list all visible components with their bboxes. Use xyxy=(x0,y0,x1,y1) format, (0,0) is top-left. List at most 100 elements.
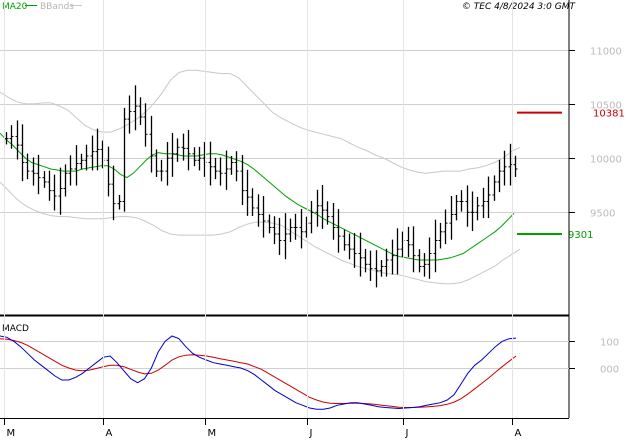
ohlc-bar xyxy=(79,153,84,170)
ohlc-bar xyxy=(315,189,320,227)
ohlc-bar xyxy=(186,129,191,171)
price-y-tick-label: 9500 xyxy=(590,209,615,220)
ohlc-bar xyxy=(74,145,79,186)
ohlc-bar xyxy=(250,188,255,216)
ohlc-bar xyxy=(486,176,491,219)
bbands-upper-line xyxy=(0,69,521,174)
ohlc-bar xyxy=(31,157,36,186)
ohlc-bar xyxy=(449,196,454,240)
ohlc-bar xyxy=(475,196,480,221)
chart-canvas: 10381 9301 9500100001050011000 MA20 BBan… xyxy=(0,0,625,439)
ohlc-bar xyxy=(58,167,63,215)
ohlc-bar xyxy=(4,132,9,145)
ohlc-bar xyxy=(25,153,30,180)
x-axis-tick-label: M xyxy=(7,428,16,439)
price-y-tick-label: 10000 xyxy=(590,155,622,166)
bbands-lower-line xyxy=(0,181,521,285)
legend-bbands: BBands xyxy=(40,2,74,12)
macd-y-tick-label: 000 xyxy=(600,365,619,376)
ohlc-bar xyxy=(122,107,127,212)
ohlc-bar xyxy=(395,228,400,275)
ohlc-bar xyxy=(138,97,143,125)
ohlc-bar xyxy=(481,187,486,219)
ohlc-bar xyxy=(261,196,266,238)
ohlc-bar xyxy=(283,213,288,260)
ohlc-bar xyxy=(213,157,218,180)
ohlc-bar xyxy=(454,194,459,221)
ohlc-bar xyxy=(42,171,47,188)
ohlc-bar xyxy=(277,217,282,255)
ohlc-bar xyxy=(508,143,513,186)
ohlc-bar xyxy=(427,237,432,279)
ohlc-bar xyxy=(379,259,384,277)
ohlc-bar xyxy=(181,133,186,161)
macd-gridlines xyxy=(0,341,569,369)
ohlc-bar xyxy=(272,216,277,245)
ohlc-bar xyxy=(170,132,175,177)
macd-line xyxy=(0,335,517,410)
ohlc-bar xyxy=(127,95,132,134)
ohlc-bar xyxy=(84,144,89,171)
ohlc-bars xyxy=(4,85,518,288)
macd-title: MACD xyxy=(2,324,29,334)
price-y-tick-label: 11000 xyxy=(590,47,622,58)
ohlc-bar xyxy=(218,157,223,186)
ohlc-bar xyxy=(20,124,25,182)
ohlc-bar xyxy=(309,201,314,234)
ohlc-bar xyxy=(417,249,422,273)
ohlc-bar xyxy=(159,159,164,182)
ohlc-bar xyxy=(368,250,373,281)
ohlc-bar xyxy=(68,155,73,186)
ohlc-bar xyxy=(352,233,357,268)
support-label: 9301 xyxy=(568,230,593,241)
ohlc-bar xyxy=(133,85,138,131)
ohlc-bar xyxy=(358,232,363,277)
ohlc-bar xyxy=(192,147,197,167)
ohlc-bar xyxy=(293,213,298,240)
ohlc-bar xyxy=(320,184,325,229)
x-axis-tick-label: A xyxy=(106,428,113,439)
macd-y-axis: 000 100 xyxy=(569,338,619,376)
ohlc-bar xyxy=(438,222,443,249)
ohlc-bar xyxy=(390,239,395,275)
ohlc-bar xyxy=(90,135,95,171)
x-axis-tick-label: A xyxy=(515,428,522,439)
ohlc-bar xyxy=(267,214,272,234)
ohlc-bar xyxy=(63,164,68,197)
ohlc-bar xyxy=(336,209,341,253)
ohlc-bar xyxy=(149,115,154,173)
ohlc-bar xyxy=(36,154,41,195)
ohlc-bar xyxy=(117,194,122,210)
ohlc-bar xyxy=(374,250,379,288)
ohlc-bar xyxy=(406,226,411,258)
ohlc-bar xyxy=(342,229,347,251)
ohlc-bar xyxy=(443,209,448,245)
x-axis-tick-label: J xyxy=(309,428,313,439)
ohlc-bar xyxy=(208,141,213,186)
price-y-axis: 9500 10000 10500 11000 xyxy=(569,47,622,220)
ohlc-bar xyxy=(422,253,427,277)
ohlc-bar xyxy=(234,151,239,182)
price-y-tick-label: 10500 xyxy=(590,101,622,112)
ohlc-bar xyxy=(331,202,336,240)
ohlc-bar xyxy=(299,209,304,249)
ohlc-bar xyxy=(15,120,20,160)
ohlc-bar xyxy=(95,128,100,171)
ohlc-bar xyxy=(106,146,111,197)
ohlc-bar xyxy=(245,169,250,216)
macd-y-tick-label: 100 xyxy=(600,338,619,349)
ohlc-bar xyxy=(459,190,464,212)
copyright-text: © TEC 4/8/2024 3:0 GMT xyxy=(462,2,577,12)
legend-ma20: MA20 xyxy=(2,2,28,12)
ohlc-bar xyxy=(47,170,52,201)
ohlc-bar xyxy=(470,191,475,232)
ohlc-bar xyxy=(497,159,502,193)
ohlc-bar xyxy=(143,103,148,147)
ohlc-bar xyxy=(411,226,416,273)
ohlc-bar xyxy=(492,175,497,201)
ohlc-bar xyxy=(384,248,389,277)
ohlc-bar xyxy=(347,233,352,260)
x-axis-tick-label: M xyxy=(208,428,217,439)
ohlc-bar xyxy=(433,219,438,273)
ohlc-bar xyxy=(465,185,470,227)
